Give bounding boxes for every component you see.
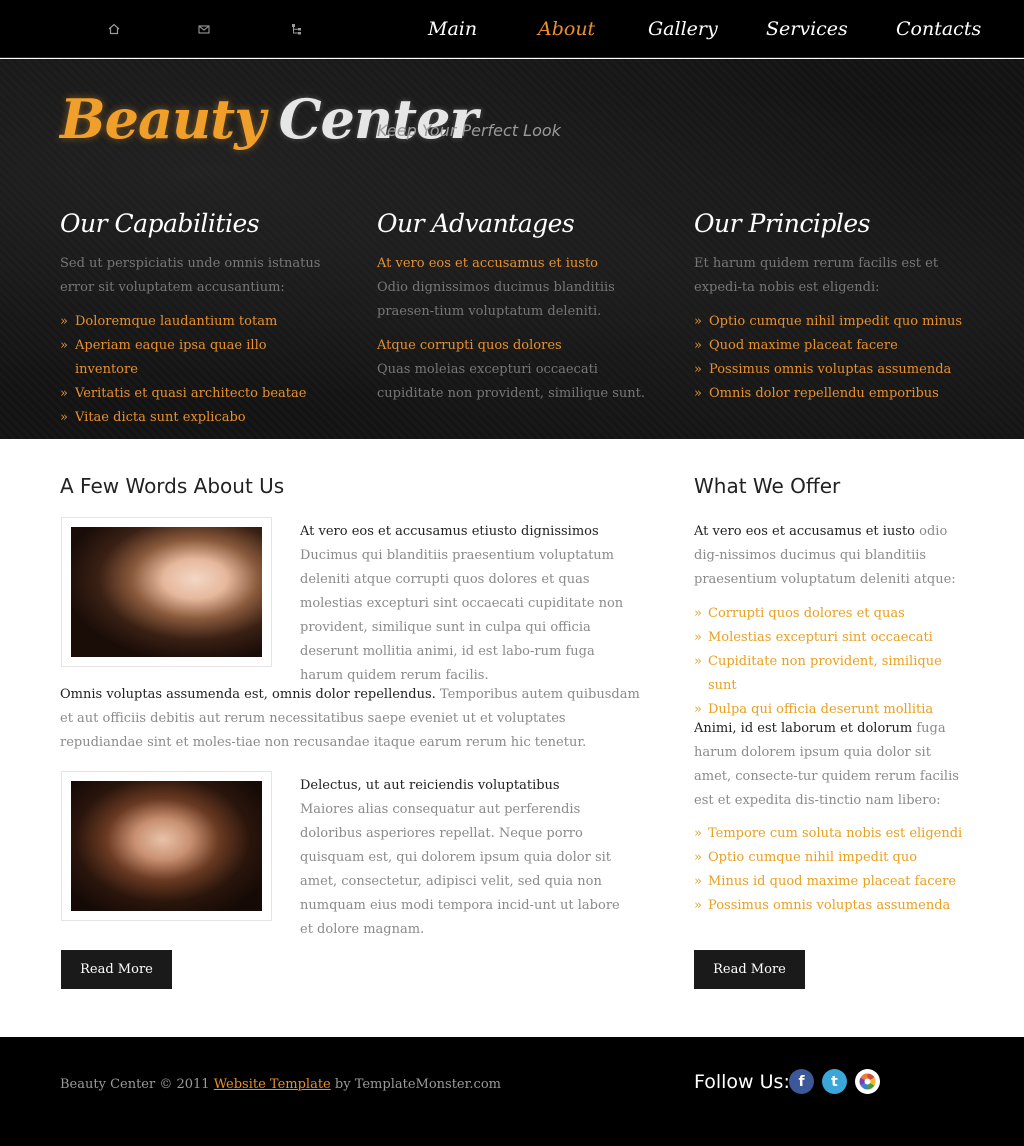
twitter-icon[interactable]: t — [822, 1069, 847, 1094]
about-block-1-head: At vero eos et accusamus etiusto digniss… — [300, 524, 599, 539]
advantages-lead-2[interactable]: Atque corrupti quos dolores — [377, 334, 647, 358]
list-item[interactable]: Doloremque laudantium totam — [60, 310, 330, 334]
list-item[interactable]: Aperiam eaque ipsa quae illo inventore — [60, 334, 330, 382]
advantages-lead-1[interactable]: At vero eos et accusamus et iusto — [377, 252, 647, 276]
list-item[interactable]: Possimus omnis voluptas assumenda — [694, 358, 964, 382]
nav-main[interactable]: Main — [428, 16, 478, 42]
footer: Beauty Center © 2011 Website Template by… — [0, 1037, 1024, 1146]
copyright-prefix: Beauty Center © 2011 — [60, 1077, 210, 1092]
capabilities-intro: Sed ut perspiciatis unde omnis istnatus … — [60, 256, 321, 295]
offer-paragraph-2: Animi, id est laborum et dolorum fuga ha… — [694, 717, 966, 813]
principles-list: Optio cumque nihil impedit quo minus Quo… — [694, 310, 964, 406]
photo-frame — [61, 517, 272, 667]
list-item[interactable]: Corrupti quos dolores et quas — [694, 602, 966, 626]
woman-photo-1 — [71, 527, 262, 657]
picasa-icon[interactable] — [855, 1069, 880, 1094]
advantages-text-1: Odio dignissimos ducimus blanditiis prae… — [377, 280, 615, 319]
photo-frame — [61, 771, 272, 921]
nav-gallery[interactable]: Gallery — [648, 16, 718, 42]
hero-section: Beauty Center Keep Your Perfect Look Our … — [0, 59, 1024, 439]
list-item[interactable]: Omnis dolor repellendu emporibus — [694, 382, 964, 406]
about-title: A Few Words About Us — [60, 474, 285, 498]
woman-photo-2 — [71, 781, 262, 911]
list-item[interactable]: Minus id quod maxime placeat facere — [694, 870, 966, 894]
list-item[interactable]: Vitae dicta sunt explicabo — [60, 406, 330, 430]
top-bar: Main About Gallery Services Contacts — [0, 0, 1024, 58]
nav-contacts[interactable]: Contacts — [896, 16, 981, 42]
offer-list-1: Corrupti quos dolores et quas Molestias … — [694, 602, 966, 722]
follow-us-label: Follow Us: — [694, 1071, 790, 1093]
advantages-column: Our Advantages At vero eos et accusamus … — [377, 209, 647, 406]
list-item[interactable]: Cupiditate non provident, similique sunt — [694, 650, 966, 698]
list-item[interactable]: Optio cumque nihil impedit quo — [694, 846, 966, 870]
about-block-2: Delectus, ut aut reiciendis voluptatibus… — [300, 774, 635, 942]
site-logo[interactable]: Beauty Center — [60, 87, 478, 151]
read-more-button[interactable]: Read More — [694, 950, 805, 989]
copyright: Beauty Center © 2011 Website Template by… — [60, 1077, 501, 1092]
facebook-icon[interactable]: f — [789, 1069, 814, 1094]
advantages-title: Our Advantages — [377, 209, 575, 238]
principles-column: Our Principles Et harum quidem rerum fac… — [694, 209, 964, 406]
capabilities-column: Our Capabilities Sed ut perspiciatis und… — [60, 209, 330, 430]
list-item[interactable]: Quod maxime placeat facere — [694, 334, 964, 358]
about-block-1-text: Ducimus qui blanditiis praesentium volup… — [300, 548, 624, 683]
about-block-2-text: Maiores alias consequatur aut perferendi… — [300, 802, 620, 937]
read-more-button[interactable]: Read More — [61, 950, 172, 989]
about-block-2-head: Delectus, ut aut reiciendis voluptatibus — [300, 778, 560, 793]
offer-paragraph-2-head: Animi, id est laborum et dolorum — [694, 721, 913, 736]
logo-word-beauty: Beauty — [60, 87, 266, 151]
tagline: Keep Your Perfect Look — [377, 121, 561, 140]
about-paragraph: Omnis voluptas assumenda est, omnis dolo… — [60, 683, 640, 755]
list-item[interactable]: Tempore cum soluta nobis est eligendi — [694, 822, 966, 846]
mail-icon[interactable] — [198, 23, 210, 35]
principles-intro: Et harum quidem rerum facilis est et exp… — [694, 256, 939, 295]
advantages-text-2: Quas moleias excepturi occaecati cupidit… — [377, 362, 646, 401]
website-template-link[interactable]: Website Template — [214, 1077, 331, 1092]
picasa-logo — [859, 1073, 876, 1090]
home-icon[interactable] — [108, 23, 120, 35]
offer-paragraph-1-head: At vero eos et accusamus et iusto — [694, 524, 916, 539]
about-block-1: At vero eos et accusamus etiusto digniss… — [300, 520, 635, 688]
sitemap-icon[interactable] — [291, 23, 303, 35]
list-item[interactable]: Optio cumque nihil impedit quo minus — [694, 310, 964, 334]
about-paragraph-head: Omnis voluptas assumenda est, omnis dolo… — [60, 687, 436, 702]
offer-paragraph-1: At vero eos et accusamus et iusto odio d… — [694, 520, 966, 592]
list-item[interactable]: Possimus omnis voluptas assumenda — [694, 894, 966, 918]
capabilities-list: Doloremque laudantium totam Aperiam eaqu… — [60, 310, 330, 430]
logo-word-center: Center — [278, 87, 478, 151]
nav-services[interactable]: Services — [766, 16, 848, 42]
list-item[interactable]: Molestias excepturi sint occaecati — [694, 626, 966, 650]
nav-about[interactable]: About — [538, 16, 595, 42]
list-item[interactable]: Veritatis et quasi architecto beatae — [60, 382, 330, 406]
principles-title: Our Principles — [694, 209, 870, 238]
offer-list-2: Tempore cum soluta nobis est eligendi Op… — [694, 822, 966, 918]
capabilities-title: Our Capabilities — [60, 209, 260, 238]
offer-title: What We Offer — [694, 474, 841, 498]
copyright-suffix: by TemplateMonster.com — [334, 1077, 501, 1092]
